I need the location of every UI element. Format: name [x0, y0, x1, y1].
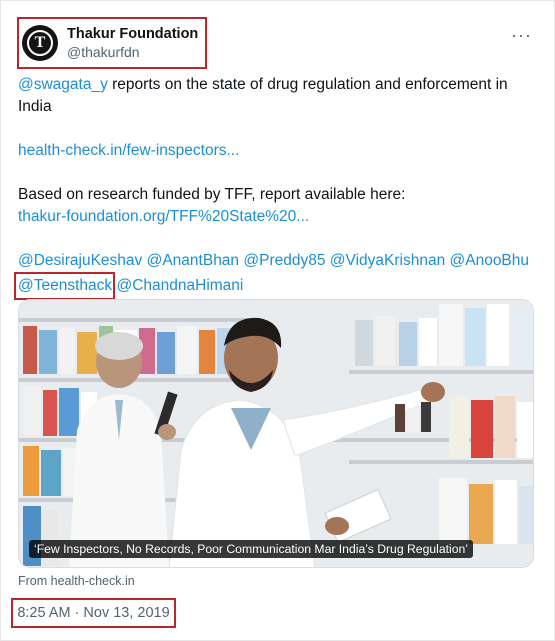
more-options-icon[interactable]: ··· — [511, 25, 532, 46]
tweet-card: T Thakur Foundation @thakurfdn ··· @swag… — [0, 0, 555, 641]
foundation-report-link[interactable]: thakur-foundation.org/TFF%20State%20... — [18, 206, 538, 228]
mention-link-highlighted[interactable]: @Teensthack — [13, 272, 116, 300]
mention-link[interactable]: @ChandnaHimani — [116, 277, 243, 294]
mentions-row-1: @DesirajuKeshav @AnantBhan @Preddy85 @Vi… — [18, 250, 538, 272]
link-source[interactable]: From health-check.in — [18, 574, 135, 588]
tweet-text: @swagata_y reports on the state of drug … — [13, 74, 538, 300]
author-header[interactable]: T Thakur Foundation @thakurfdn — [17, 17, 207, 69]
link-preview-image[interactable]: ‘Few Inspectors, No Records, Poor Commun… — [18, 299, 534, 568]
foundation-logo-icon: T — [27, 30, 53, 56]
mention-link[interactable]: @swagata_y — [18, 76, 108, 93]
author-handle[interactable]: @thakurfdn — [67, 43, 198, 61]
mention-link[interactable]: @DesirajuKeshav — [18, 252, 142, 269]
author-display-name[interactable]: Thakur Foundation — [67, 25, 198, 43]
mention-link[interactable]: @AnooBhu — [450, 252, 530, 269]
tweet-line-1: @swagata_y reports on the state of drug … — [18, 74, 538, 96]
mention-link[interactable]: @VidyaKrishnan — [330, 252, 445, 269]
link-preview-caption: ‘Few Inspectors, No Records, Poor Commun… — [29, 540, 473, 558]
tweet-timestamp[interactable]: 8:25 AM · Nov 13, 2019 — [11, 598, 176, 628]
avatar[interactable]: T — [22, 25, 58, 61]
pharmacy-photo — [19, 300, 533, 567]
research-text: Based on research funded by TFF, report … — [18, 186, 406, 203]
mentions-row-2: @Teensthack @ChandnaHimani — [13, 272, 538, 300]
author-names: Thakur Foundation @thakurfdn — [67, 25, 198, 61]
tweet-line-2: India — [18, 98, 52, 115]
mention-link[interactable]: @Preddy85 — [243, 252, 325, 269]
health-check-link[interactable]: health-check.in/few-inspectors... — [18, 140, 538, 162]
mention-link[interactable]: @AnantBhan — [147, 252, 239, 269]
tweet-text-fragment: reports on the state of drug regulation … — [107, 76, 508, 93]
